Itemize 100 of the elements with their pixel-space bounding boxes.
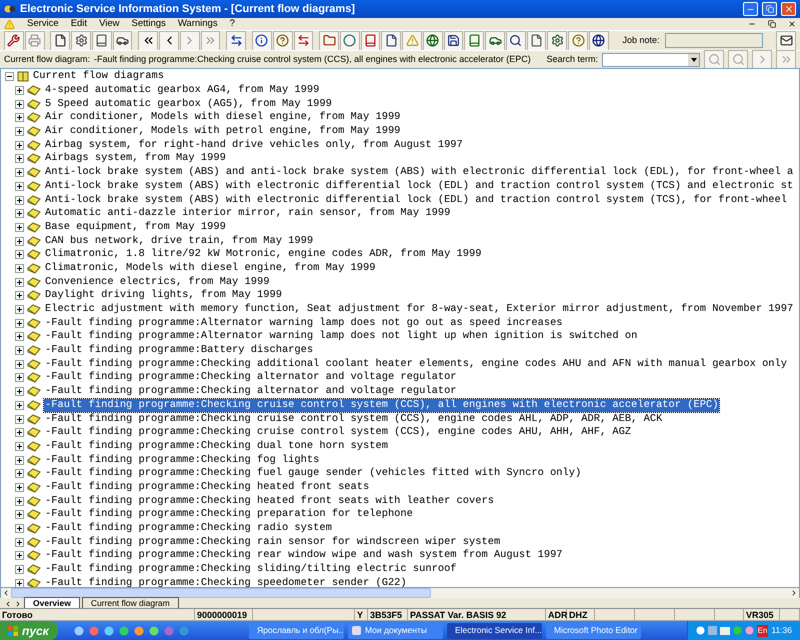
- restore-button[interactable]: [762, 2, 777, 16]
- taskbar-button[interactable]: Ярославль и обл(Ры...: [249, 622, 344, 638]
- expand-icon[interactable]: [15, 524, 24, 534]
- last-icon[interactable]: [200, 30, 220, 50]
- expand-icon[interactable]: [15, 428, 24, 438]
- expand-icon[interactable]: [15, 387, 24, 396]
- menu-item[interactable]: Service: [27, 16, 59, 32]
- close-icon[interactable]: [788, 20, 796, 28]
- menu-item[interactable]: ?: [230, 16, 235, 32]
- tree-item[interactable]: Daylight driving lights, from May 1999: [44, 289, 283, 302]
- expand-icon[interactable]: [15, 291, 24, 300]
- tree-item[interactable]: Airbags system, from May 1999: [44, 152, 227, 166]
- jump-icon[interactable]: [226, 30, 246, 50]
- tree-item[interactable]: Electric adjustment with memory function, Seat adjustment for 8-way-seat, Exterior mirror adjustment, from November 1997: [44, 303, 794, 316]
- expand-icon[interactable]: [15, 250, 24, 260]
- expand-icon[interactable]: [15, 140, 24, 150]
- help-icon[interactable]: [272, 30, 292, 50]
- menu-item[interactable]: Warnings: [178, 16, 218, 32]
- taskbar-button[interactable]: Electronic Service Inf...: [447, 622, 542, 638]
- expand-icon[interactable]: [15, 154, 24, 164]
- tree-item[interactable]: -Fault finding programme:Checking alternator and voltage regulator: [44, 385, 458, 398]
- briefcase-icon[interactable]: [776, 30, 796, 50]
- tree-item[interactable]: -Fault finding programme:Alternator warning lamp does not light up when ignition is switched on: [44, 330, 638, 344]
- tree-item[interactable]: Anti-lock brake system (ABS) and anti-lock brake system (ABS) with electronic differential lock (EDL), for front-wheel a: [44, 166, 794, 180]
- expand-icon[interactable]: [15, 360, 24, 369]
- tree-item[interactable]: -Fault finding programme:Battery discharges: [44, 344, 314, 358]
- globe-icon[interactable]: [422, 30, 443, 50]
- tab-left-icon[interactable]: [4, 600, 12, 608]
- tree-item[interactable]: -Fault finding programme:Checking fog lights: [44, 454, 320, 467]
- tree-item[interactable]: Air conditioner, Models with diesel engine, from May 1999: [44, 111, 402, 124]
- search-field[interactable]: [602, 52, 700, 66]
- tree-item[interactable]: -Fault finding programme:Checking preparation for telephone: [44, 508, 414, 522]
- book-icon[interactable]: [464, 30, 484, 50]
- menu-item[interactable]: Edit: [70, 16, 88, 32]
- tree-item[interactable]: -Fault finding programme:Checking heated front seats with leather covers: [44, 494, 495, 508]
- tree-item[interactable]: Airbag system, for right-hand drive vehicles only, from August 1997: [44, 138, 464, 152]
- tree-item[interactable]: -Fault finding programme:Checking alternator and voltage regulator: [44, 371, 458, 384]
- expand-icon[interactable]: [15, 222, 24, 232]
- tree-item[interactable]: -Fault finding programme:Checking cruise control system (CCS), engine codes AHL, ADP, ADR, AEB, ACK: [44, 412, 664, 426]
- expand-icon[interactable]: [15, 538, 24, 547]
- tree-item[interactable]: -Fault finding programme:Checking cruise control system (CCS), all engines with electronic accelerator (EPC): [44, 398, 720, 412]
- expand-icon[interactable]: [15, 469, 24, 478]
- menu-item[interactable]: View: [99, 16, 120, 32]
- expand-icon[interactable]: [15, 414, 24, 424]
- tray-icon[interactable]: [696, 626, 705, 635]
- tree-item[interactable]: Base equipment, from May 1999: [44, 220, 227, 234]
- car-icon[interactable]: [485, 30, 505, 50]
- scroll-thumb[interactable]: [11, 588, 431, 598]
- language-indicator[interactable]: En: [756, 624, 768, 636]
- globe-icon[interactable]: [588, 30, 609, 50]
- tree-item[interactable]: Automatic anti-dazzle interior mirror, rain sensor, from May 1999: [44, 207, 452, 220]
- close-button[interactable]: [781, 2, 796, 16]
- tree-item[interactable]: -Fault finding programme:Checking heated front seats: [44, 480, 370, 494]
- tree-item[interactable]: -Fault finding programme:Checking dual tone horn system: [44, 440, 389, 453]
- tree-item[interactable]: Air conditioner, Models with petrol engine, from May 1999: [44, 125, 402, 138]
- tree-item[interactable]: -Fault finding programme:Checking sliding/tilting electric sunroof: [44, 563, 458, 576]
- expand-icon[interactable]: [15, 127, 24, 136]
- expand-icon[interactable]: [15, 373, 24, 382]
- tree-item[interactable]: 5 Speed automatic gearbox (AG5), from May 1999: [44, 98, 333, 111]
- document-icon[interactable]: [92, 30, 112, 50]
- tab[interactable]: Current flow diagram: [82, 597, 179, 608]
- expand-icon[interactable]: [15, 578, 24, 587]
- window-icon[interactable]: [381, 30, 402, 50]
- tree-item[interactable]: -Fault finding programme:Checking additional coolant heater elements, engine codes AHU and AFN with manual gearbox only: [44, 358, 788, 371]
- expand-icon[interactable]: [15, 86, 24, 96]
- save-icon[interactable]: [444, 30, 464, 50]
- tree-item[interactable]: Current flow diagrams: [32, 70, 165, 84]
- new-document-icon[interactable]: [50, 30, 70, 50]
- tree-item[interactable]: -Fault finding programme:Checking cruise control system (CCS), engine codes AHU, AHH, AHF, AGZ: [44, 426, 632, 440]
- restore-icon[interactable]: [768, 20, 776, 28]
- tab-right-icon[interactable]: [14, 600, 22, 608]
- expand-icon[interactable]: [15, 196, 24, 205]
- tree-item[interactable]: Anti-lock brake system (ABS) with electronic differential lock (EDL) and traction control system (TCS), for front-wheel: [44, 194, 788, 207]
- tree-item[interactable]: 4-speed automatic gearbox AG4, from May 1999: [44, 84, 320, 98]
- exit-icon[interactable]: [4, 30, 24, 50]
- expand-icon[interactable]: [15, 482, 24, 492]
- expand-icon[interactable]: [15, 456, 24, 465]
- dropdown-icon[interactable]: [688, 54, 699, 66]
- expand-icon[interactable]: [15, 100, 24, 109]
- previous-icon[interactable]: [159, 30, 179, 50]
- start-button[interactable]: пуск: [0, 621, 58, 640]
- tree-item[interactable]: -Fault finding programme:Checking rain sensor for windscreen wiper system: [44, 536, 502, 549]
- tree-item[interactable]: -Fault finding programme:Checking radio system: [44, 522, 333, 536]
- expand-icon[interactable]: [15, 318, 24, 328]
- tree-item[interactable]: -Fault finding programme:Checking fuel gauge sender (vehicles fitted with Syncro only): [44, 467, 582, 480]
- taskbar-button[interactable]: Мои документы: [348, 622, 443, 638]
- expand-icon[interactable]: [15, 278, 24, 287]
- expand-icon[interactable]: [15, 400, 24, 410]
- horizontal-scrollbar[interactable]: [0, 588, 800, 598]
- expand-icon[interactable]: [15, 346, 24, 356]
- help-icon[interactable]: [568, 30, 588, 50]
- tree-item[interactable]: -Fault finding programme:Checking speedometer sender (G22): [44, 576, 408, 587]
- tree-item[interactable]: CAN bus network, drive train, from May 1999: [44, 234, 314, 248]
- tree-item[interactable]: Anti-lock brake system (ABS) with electronic differential lock (EDL) and traction control system (TCS) and electronic st: [44, 180, 794, 193]
- info-icon[interactable]: [252, 30, 272, 50]
- expand-icon[interactable]: [15, 496, 24, 506]
- book-icon[interactable]: [360, 30, 380, 50]
- expand-icon[interactable]: [15, 168, 24, 178]
- car-icon[interactable]: [112, 30, 132, 50]
- expand-icon[interactable]: [15, 182, 24, 191]
